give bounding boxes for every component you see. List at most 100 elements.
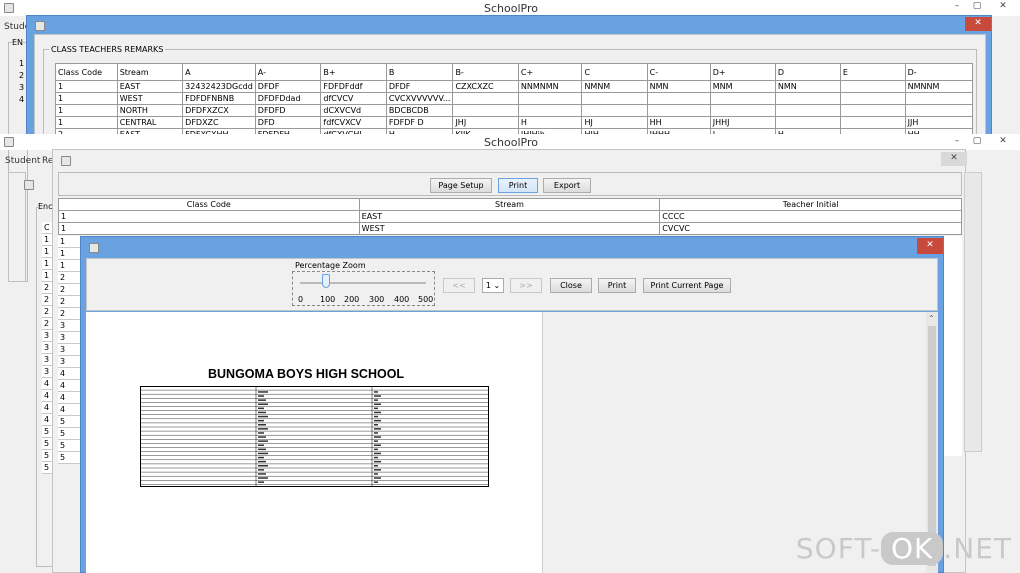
column-header[interactable]: Teacher Initial bbox=[659, 198, 962, 211]
table-cell bbox=[517, 104, 583, 117]
list-item[interactable]: 4 bbox=[42, 378, 52, 390]
table-cell: JJH bbox=[904, 116, 974, 129]
scroll-up-icon[interactable]: ⌃ bbox=[928, 314, 935, 323]
column-header[interactable]: B+ bbox=[320, 63, 387, 81]
list-item[interactable]: 1 bbox=[42, 246, 52, 258]
close-button[interactable]: ✕ bbox=[990, 135, 1016, 149]
column-header[interactable]: D bbox=[774, 63, 841, 81]
print-current-page-button[interactable]: Print Current Page bbox=[643, 278, 731, 293]
table-cell: DFDF bbox=[385, 80, 454, 93]
column-header[interactable]: D- bbox=[904, 63, 974, 81]
watermark: SOFT- OK .NET bbox=[795, 532, 1012, 565]
table-cell bbox=[774, 104, 841, 117]
list-item[interactable]: 3 bbox=[42, 342, 52, 354]
list-item[interactable]: 4 bbox=[42, 402, 52, 414]
maximize-button[interactable]: ▢ bbox=[964, 0, 990, 14]
table-row[interactable]: 1 WEST CVCVC bbox=[58, 222, 962, 235]
table-cell: BDCBCDB bbox=[385, 104, 454, 117]
remarks-close-button[interactable]: ✕ bbox=[965, 17, 991, 31]
java-icon bbox=[61, 156, 71, 166]
column-header[interactable]: Class Code bbox=[55, 63, 118, 81]
table-row[interactable]: 1 CENTRAL DFDXZC DFD fdfCVXCV FDFDF D JHJ H HJ HH… bbox=[55, 116, 974, 129]
bg-window-title: SchoolPro bbox=[484, 2, 538, 15]
column-header[interactable]: Stream bbox=[116, 63, 184, 81]
table-cell: NORTH bbox=[116, 104, 184, 117]
list-item[interactable]: 3 bbox=[42, 366, 52, 378]
remarks-table[interactable]: Class Code Stream A A- B+ B B- C+ C C- D+ D E D- 1 EAST… bbox=[55, 63, 974, 141]
zoom-slider-thumb[interactable] bbox=[322, 274, 330, 288]
table-row[interactable]: 1 EAST CCCC bbox=[58, 210, 962, 223]
column-header[interactable]: Class Code bbox=[58, 198, 360, 211]
column-header[interactable]: A bbox=[182, 63, 256, 81]
table-cell: 32432423DGcdd bbox=[182, 80, 256, 93]
list-item[interactable]: 2 bbox=[42, 306, 52, 318]
table-cell: JHHJ bbox=[709, 116, 776, 129]
close-button[interactable]: ✕ bbox=[990, 0, 1016, 14]
remarks-group-title: CLASS TEACHERS REMARKS bbox=[49, 45, 166, 54]
next-page-button[interactable]: >> bbox=[510, 278, 542, 293]
table-row[interactable]: 1 NORTH DFDFXZCX DFDFD dCXVCVd BDCBCDB bbox=[55, 104, 974, 117]
maximize-button[interactable]: ▢ bbox=[964, 135, 990, 149]
list-item[interactable]: 5 bbox=[42, 426, 52, 438]
java-icon bbox=[89, 243, 99, 253]
zoom-group bbox=[292, 271, 435, 306]
java-icon bbox=[24, 180, 34, 190]
preview-close-button[interactable]: ✕ bbox=[917, 238, 943, 254]
column-header[interactable]: Stream bbox=[358, 198, 661, 211]
scrollbar-thumb[interactable] bbox=[928, 326, 936, 566]
column-header[interactable]: B bbox=[385, 63, 454, 81]
list-item[interactable]: 4 bbox=[42, 414, 52, 426]
column-header[interactable]: B- bbox=[452, 63, 519, 81]
document-title: BUNGOMA BOYS HIGH SCHOOL bbox=[208, 367, 405, 381]
table-cell: NMNNM bbox=[904, 80, 974, 93]
page-select[interactable]: 1 ⌄ bbox=[482, 278, 504, 293]
column-header[interactable]: D+ bbox=[709, 63, 776, 81]
remarks-window-body: CLASS TEACHERS REMARKS Class Code Stream A… bbox=[34, 34, 986, 144]
list-item[interactable]: C bbox=[42, 222, 52, 234]
list-item[interactable]: 1 bbox=[42, 258, 52, 270]
table-cell: NMN bbox=[774, 80, 841, 93]
list-item[interactable]: 2 bbox=[42, 318, 52, 330]
table-row[interactable]: 1 EAST 32432423DGcdd DFDF FDFDFddf DFDF CZXCXZ… bbox=[55, 80, 974, 93]
preview-close-btn[interactable]: Close bbox=[550, 278, 592, 293]
table-row[interactable]: 1 WEST FDFDFNBNB DFDFDdad dfCVCV CVCXVVVVVV..… bbox=[55, 92, 974, 105]
teacher-table[interactable]: Class Code Stream Teacher Initial 1 EAST… bbox=[58, 198, 962, 235]
java-icon bbox=[35, 21, 45, 31]
java-icon bbox=[4, 137, 14, 147]
table-cell bbox=[904, 104, 974, 117]
list-item[interactable]: 1 bbox=[42, 234, 52, 246]
table-cell: H bbox=[517, 116, 583, 129]
list-item[interactable]: 5 bbox=[42, 462, 52, 474]
bg-right-window-stub bbox=[964, 172, 982, 452]
print-button[interactable]: Print bbox=[498, 178, 538, 193]
column-header[interactable]: C bbox=[581, 63, 648, 81]
table-cell: DFDFXZCX bbox=[182, 104, 256, 117]
column-header[interactable]: E bbox=[839, 63, 906, 81]
preview-print-button[interactable]: Print bbox=[598, 278, 636, 293]
table-cell bbox=[709, 104, 776, 117]
export-button[interactable]: Export bbox=[543, 178, 591, 193]
page-setup-button[interactable]: Page Setup bbox=[430, 178, 492, 193]
column-header[interactable]: C- bbox=[646, 63, 711, 81]
table-cell: DFDXZC bbox=[182, 116, 256, 129]
prev-page-button[interactable]: << bbox=[443, 278, 475, 293]
column-header[interactable]: C+ bbox=[517, 63, 583, 81]
table-cell: FDFDFddf bbox=[320, 80, 387, 93]
list-item[interactable]: 5 bbox=[42, 450, 52, 462]
list-item[interactable]: 5 bbox=[42, 438, 52, 450]
column-header[interactable]: A- bbox=[254, 63, 322, 81]
second-menu-student[interactable]: Student bbox=[5, 156, 40, 166]
table-cell bbox=[452, 104, 519, 117]
inner-close-button[interactable]: ✕ bbox=[941, 152, 967, 166]
list-item[interactable]: 2 bbox=[42, 294, 52, 306]
list-item[interactable]: 4 bbox=[42, 390, 52, 402]
list-item[interactable]: 3 bbox=[42, 354, 52, 366]
second-group-label: Enc bbox=[38, 202, 53, 211]
second-window-titlebar: SchoolPro – ▢ ✕ bbox=[0, 134, 1020, 150]
bg-group-label: EN bbox=[12, 38, 24, 47]
table-cell: dfCVCV bbox=[320, 92, 387, 105]
list-item[interactable]: 3 bbox=[42, 330, 52, 342]
list-item[interactable]: 1 bbox=[42, 270, 52, 282]
list-item[interactable]: 2 bbox=[42, 282, 52, 294]
chevron-down-icon: ⌄ bbox=[490, 281, 501, 290]
